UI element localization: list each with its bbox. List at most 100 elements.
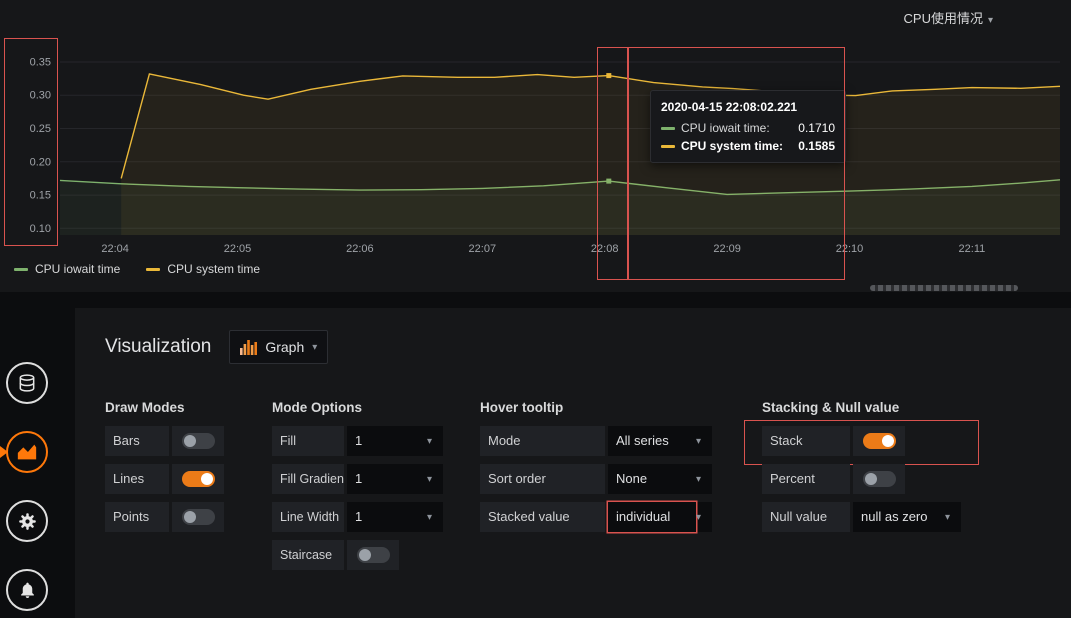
visualization-picker[interactable]: Graph ▾: [229, 330, 329, 364]
form-row-sort-order: Sort order None ▾: [480, 464, 712, 494]
legend-item-iowait[interactable]: CPU iowait time: [14, 262, 120, 276]
stacked-value-select[interactable]: individual ▾: [608, 502, 712, 532]
tab-alert[interactable]: [6, 569, 48, 611]
form-row-points: Points: [105, 502, 224, 532]
horizontal-scrollbar[interactable]: [870, 285, 1018, 291]
form-row-mode: Mode All series ▾: [480, 426, 712, 456]
section-draw-modes: Draw Modes Bars Lines Points: [105, 400, 224, 578]
stack-label: Stack: [762, 426, 850, 456]
bars-toggle[interactable]: [172, 426, 224, 456]
cpu-usage-chart[interactable]: 0.35 0.30 0.25 0.20 0.15 0.10 22:04 22:05 22:06 2…: [0, 0, 1071, 260]
panel-editor: Visualization Graph ▾ Draw Modes Bars Li…: [0, 292, 1071, 618]
section-title: Stacking & Null value: [762, 400, 900, 415]
form-row-fill: Fill 1 ▾: [272, 426, 443, 456]
svg-text:22:05: 22:05: [224, 243, 252, 255]
stack-toggle[interactable]: [853, 426, 905, 456]
svg-text:22:09: 22:09: [713, 243, 741, 255]
sort-order-select[interactable]: None ▾: [608, 464, 712, 494]
queries-icon: [19, 374, 35, 392]
points-toggle[interactable]: [172, 502, 224, 532]
svg-text:22:11: 22:11: [959, 243, 986, 255]
lines-label: Lines: [105, 464, 169, 494]
chevron-down-icon: ▾: [427, 511, 433, 523]
form-row-staircase: Staircase: [272, 540, 443, 570]
form-row-percent: Percent: [762, 464, 972, 494]
form-row-line-width: Line Width 1 ▾: [272, 502, 443, 532]
staircase-label: Staircase: [272, 540, 344, 570]
chevron-down-icon: ▾: [312, 341, 318, 353]
chevron-down-icon: ▾: [945, 511, 951, 523]
chevron-down-icon: ▾: [696, 435, 702, 447]
svg-text:22:04: 22:04: [101, 243, 129, 255]
bars-label: Bars: [105, 426, 169, 456]
legend-label: CPU iowait time: [35, 262, 121, 276]
line-width-select[interactable]: 1 ▾: [347, 502, 443, 532]
fill-gradient-label: Fill Gradient: [272, 464, 344, 494]
visualization-icon: [17, 444, 37, 460]
visualization-editor: Visualization Graph ▾ Draw Modes Bars Li…: [75, 308, 1071, 618]
tab-queries[interactable]: [6, 362, 48, 404]
gear-icon: [18, 512, 36, 530]
series-color-icon: [661, 144, 675, 148]
legend-label: CPU system time: [167, 262, 261, 276]
tooltip-row: CPU iowait time: 0.1710: [661, 121, 835, 135]
form-row-null-value: Null value null as zero ▾: [762, 502, 972, 532]
section-title: Hover tooltip: [480, 400, 564, 415]
select-value: 1: [355, 433, 363, 448]
panel-title[interactable]: CPU使用情况 ▾: [904, 8, 993, 27]
null-value-label: Null value: [762, 502, 850, 532]
svg-text:22:06: 22:06: [346, 243, 374, 255]
chevron-down-icon: ▾: [696, 511, 702, 523]
tooltip-series-label: CPU system time:: [681, 139, 784, 153]
viz-picker-value: Graph: [265, 339, 305, 355]
chevron-down-icon: ▾: [696, 473, 702, 485]
section-stacking-null: Stacking & Null value Stack Percent Null…: [744, 400, 979, 578]
series-color-icon: [661, 126, 675, 130]
tooltip-series-label: CPU iowait time:: [681, 121, 770, 135]
line-width-label: Line Width: [272, 502, 344, 532]
null-value-select[interactable]: null as zero ▾: [853, 502, 961, 532]
editor-columns: Draw Modes Bars Lines Points Mode Option…: [75, 400, 1071, 578]
active-tab-arrow-icon: [0, 446, 8, 458]
legend-item-system[interactable]: CPU system time: [146, 262, 260, 276]
chevron-down-icon: ▾: [987, 15, 993, 26]
sort-order-label: Sort order: [480, 464, 605, 494]
series-color-icon: [146, 267, 161, 271]
tab-visualization[interactable]: [0, 431, 48, 473]
form-row-bars: Bars: [105, 426, 224, 456]
percent-toggle[interactable]: [853, 464, 905, 494]
lines-toggle[interactable]: [172, 464, 224, 494]
svg-text:22:08: 22:08: [591, 243, 619, 255]
panel-title-text: CPU使用情况: [903, 11, 983, 26]
select-value: 1: [355, 509, 363, 524]
section-title: Mode Options: [272, 400, 362, 415]
staircase-toggle[interactable]: [347, 540, 399, 570]
svg-text:0.35: 0.35: [30, 57, 51, 69]
series-color-icon: [14, 267, 28, 271]
form-row-lines: Lines: [105, 464, 224, 494]
tooltip-timestamp: 2020-04-15 22:08:02.221: [661, 100, 798, 114]
stacked-value-label: Stacked value: [480, 502, 605, 532]
svg-text:0.15: 0.15: [30, 190, 51, 202]
screen: CPU使用情况 ▾ 0.35 0.30 0.25 0.20 0.15 0.10 22:04 22…: [0, 0, 1071, 618]
svg-text:22:07: 22:07: [469, 243, 497, 255]
svg-text:0.20: 0.20: [30, 156, 51, 168]
points-label: Points: [105, 502, 169, 532]
chart-tooltip: 2020-04-15 22:08:02.221 CPU iowait time:…: [650, 90, 846, 163]
chevron-down-icon: ▾: [427, 435, 433, 447]
section-mode-options: Mode Options Fill 1 ▾ Fill Gradient 1 ▾: [272, 400, 443, 578]
form-row-stack: Stack: [744, 420, 979, 465]
chevron-down-icon: ▾: [427, 473, 433, 485]
bell-icon: [20, 582, 34, 598]
tooltip-mode-select[interactable]: All series ▾: [608, 426, 712, 456]
tab-general[interactable]: [6, 500, 48, 542]
fill-gradient-select[interactable]: 1 ▾: [347, 464, 443, 494]
fill-select[interactable]: 1 ▾: [347, 426, 443, 456]
svg-text:0.10: 0.10: [30, 223, 51, 235]
select-value: All series: [616, 433, 669, 448]
select-value: individual: [608, 502, 696, 532]
mode-label: Mode: [480, 426, 605, 456]
select-value: None: [616, 471, 648, 486]
section-title: Draw Modes: [105, 400, 185, 415]
bar-chart-icon: [240, 340, 258, 355]
